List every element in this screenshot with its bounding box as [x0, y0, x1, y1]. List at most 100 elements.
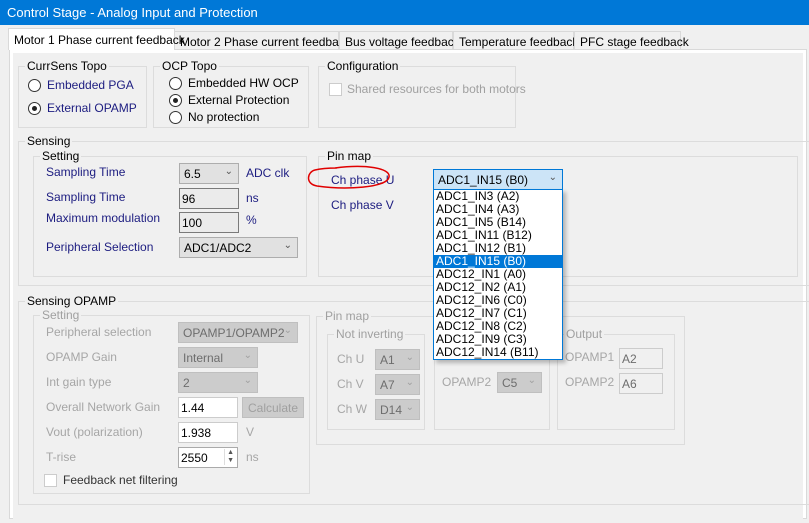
ch-u-combo[interactable]: A1 ⌄ — [375, 349, 420, 370]
sampling-time-combo[interactable]: 6.5 ⌄ — [179, 163, 239, 184]
group-title: Configuration — [325, 59, 401, 73]
chevron-down-icon: ⌄ — [243, 350, 252, 361]
output-opamp2-field[interactable]: A6 — [619, 373, 663, 394]
unit-label: V — [246, 425, 255, 439]
chevron-down-icon: ⌄ — [224, 166, 233, 177]
radio-external-opamp[interactable]: External OPAMP — [28, 101, 137, 115]
radio-embedded-pga[interactable]: Embedded PGA — [28, 78, 134, 92]
network-gain-field[interactable]: 1.44 — [178, 397, 238, 418]
chevron-down-icon: ⌄ — [405, 352, 414, 363]
tab-temperature[interactable]: Temperature feedback — [453, 31, 578, 50]
network-gain-label: Overall Network Gain — [46, 400, 161, 414]
ch-phase-u-combo[interactable]: ADC1_IN15 (B0) ⌄ — [433, 169, 563, 190]
max-modulation-label: Maximum modulation — [46, 211, 161, 225]
chevron-down-icon: ⌄ — [405, 377, 414, 388]
combo-value: OPAMP1/OPAMP2 — [183, 326, 285, 340]
group-title: Sensing — [25, 134, 73, 148]
radio-label: Embedded PGA — [47, 78, 134, 92]
group-title: Setting — [40, 149, 82, 163]
inverting-opamp2-combo[interactable]: C5 ⌄ — [497, 372, 542, 393]
ch-w-label: Ch W — [337, 402, 367, 416]
combo-value: C5 — [502, 376, 518, 390]
group-title: Output — [564, 327, 605, 341]
radio-external-protection[interactable]: External Protection — [169, 93, 289, 107]
radio-label: External Protection — [188, 93, 290, 107]
dropdown-option[interactable]: ADC12_IN14 (B11) — [434, 346, 562, 359]
ch-v-combo[interactable]: A7 ⌄ — [375, 374, 420, 395]
sampling-time-label: Sampling Time — [46, 165, 126, 179]
configuration-group: Configuration Shared resources for both … — [318, 59, 526, 128]
shared-resources-checkbox[interactable] — [329, 83, 342, 96]
combo-value: A1 — [380, 353, 395, 367]
tab-motor2[interactable]: Motor 2 Phase current feedback — [174, 31, 351, 50]
chevron-down-icon: ⌄ — [405, 402, 414, 413]
group-title: Not inverting — [334, 327, 406, 341]
radio-no-protection[interactable]: No protection — [169, 110, 259, 124]
currsens-topo-group: CurrSens Topo Embedded PGA External OPAM… — [18, 59, 147, 128]
sensing-setting-group: Setting Sampling Time 6.5 ⌄ ADC clk Sampl… — [33, 149, 307, 277]
trise-spinner[interactable]: 2550 ▲ ▼ — [178, 447, 238, 468]
calculate-button[interactable]: Calculate — [242, 397, 304, 418]
output-opamp2-label: OPAMP2 — [565, 375, 615, 389]
ch-v-label: Ch V — [337, 377, 364, 391]
sampling-time-ns-field[interactable]: 96 — [179, 188, 239, 209]
window-title: Control Stage - Analog Input and Protect… — [7, 5, 258, 20]
tab-motor1[interactable]: Motor 1 Phase current feedback — [8, 28, 185, 50]
opamp-setting-group: Setting Peripheral selection OPAMP1/OPAM… — [33, 308, 310, 494]
opamp-gain-label: OPAMP Gain — [46, 350, 117, 364]
chevron-down-icon: ⌄ — [527, 375, 536, 386]
unit-label: ns — [246, 191, 259, 205]
radio-label: External OPAMP — [47, 101, 137, 115]
radio-label: No protection — [188, 110, 260, 124]
shared-resources-label: Shared resources for both motors — [347, 82, 526, 96]
combo-value: Internal — [183, 351, 224, 365]
chevron-down-icon: ⌄ — [243, 375, 252, 386]
spinner-value: 2550 — [181, 451, 208, 465]
peripheral-selection-combo[interactable]: ADC1/ADC2 ⌄ — [179, 237, 298, 258]
combo-value: A7 — [380, 378, 395, 392]
vout-field[interactable]: 1.938 — [178, 422, 238, 443]
chevron-down-icon: ⌄ — [283, 325, 292, 336]
tab-pfc[interactable]: PFC stage feedback — [574, 31, 689, 50]
opamp-peripheral-combo[interactable]: OPAMP1/OPAMP2 ⌄ — [178, 322, 298, 343]
chevron-down-icon: ⌄ — [283, 240, 292, 251]
int-gain-label: Int gain type — [46, 375, 112, 389]
combo-value: 2 — [183, 376, 190, 390]
group-title: OCP Topo — [160, 59, 219, 73]
feedback-filtering-checkbox[interactable] — [44, 474, 57, 487]
group-title: Sensing OPAMP — [25, 294, 119, 308]
combo-value: ADC1_IN15 (B0) — [438, 173, 529, 187]
ch-phase-u-dropdown-list: ADC1_IN3 (A2) ADC1_IN4 (A3) ADC1_IN5 (B14)… — [433, 189, 563, 360]
vout-label: Vout (polarization) — [46, 425, 143, 439]
output-opamp1-field[interactable]: A2 — [619, 348, 663, 369]
radio-embedded-hw-ocp[interactable]: Embedded HW OCP — [169, 76, 299, 90]
trise-label: T-rise — [46, 450, 76, 464]
unit-label: ns — [246, 450, 259, 464]
red-annotation-ellipse — [307, 165, 390, 189]
combo-value: ADC1/ADC2 — [184, 241, 252, 255]
peripheral-selection-label: Peripheral Selection — [46, 240, 154, 254]
group-title: Pin map — [323, 309, 372, 323]
ch-u-label: Ch U — [337, 352, 365, 366]
int-gain-combo[interactable]: 2 ⌄ — [178, 372, 258, 393]
opamp-peripheral-label: Peripheral selection — [46, 325, 152, 339]
output-group: Output OPAMP1 A2 OPAMP2 A6 — [557, 327, 675, 430]
spinner-arrows-icon[interactable]: ▲ ▼ — [224, 449, 236, 465]
not-inverting-group: Not inverting Ch U A1 ⌄ Ch V A7 ⌄ Ch W D14… — [327, 327, 425, 430]
radio-label: Embedded HW OCP — [188, 76, 299, 90]
unit-label: ADC clk — [246, 166, 290, 180]
group-title: Setting — [40, 308, 82, 322]
opamp-gain-combo[interactable]: Internal ⌄ — [178, 347, 258, 368]
tab-bus-voltage[interactable]: Bus voltage feedback — [339, 31, 460, 50]
output-opamp1-label: OPAMP1 — [565, 350, 615, 364]
combo-value: 6.5 — [184, 167, 201, 181]
ch-w-combo[interactable]: D14 ⌄ — [375, 399, 420, 420]
ocp-topo-group: OCP Topo Embedded HW OCP External Protec… — [153, 59, 309, 128]
max-modulation-field[interactable]: 100 — [179, 212, 239, 233]
feedback-filtering-label: Feedback net filtering — [63, 473, 178, 487]
chevron-down-icon: ⌄ — [548, 172, 557, 183]
ch-phase-v-label: Ch phase V — [331, 198, 394, 212]
sampling-time-ns-label: Sampling Time — [46, 190, 126, 204]
window-title-bar: Control Stage - Analog Input and Protect… — [0, 0, 809, 25]
group-title: CurrSens Topo — [25, 59, 109, 73]
